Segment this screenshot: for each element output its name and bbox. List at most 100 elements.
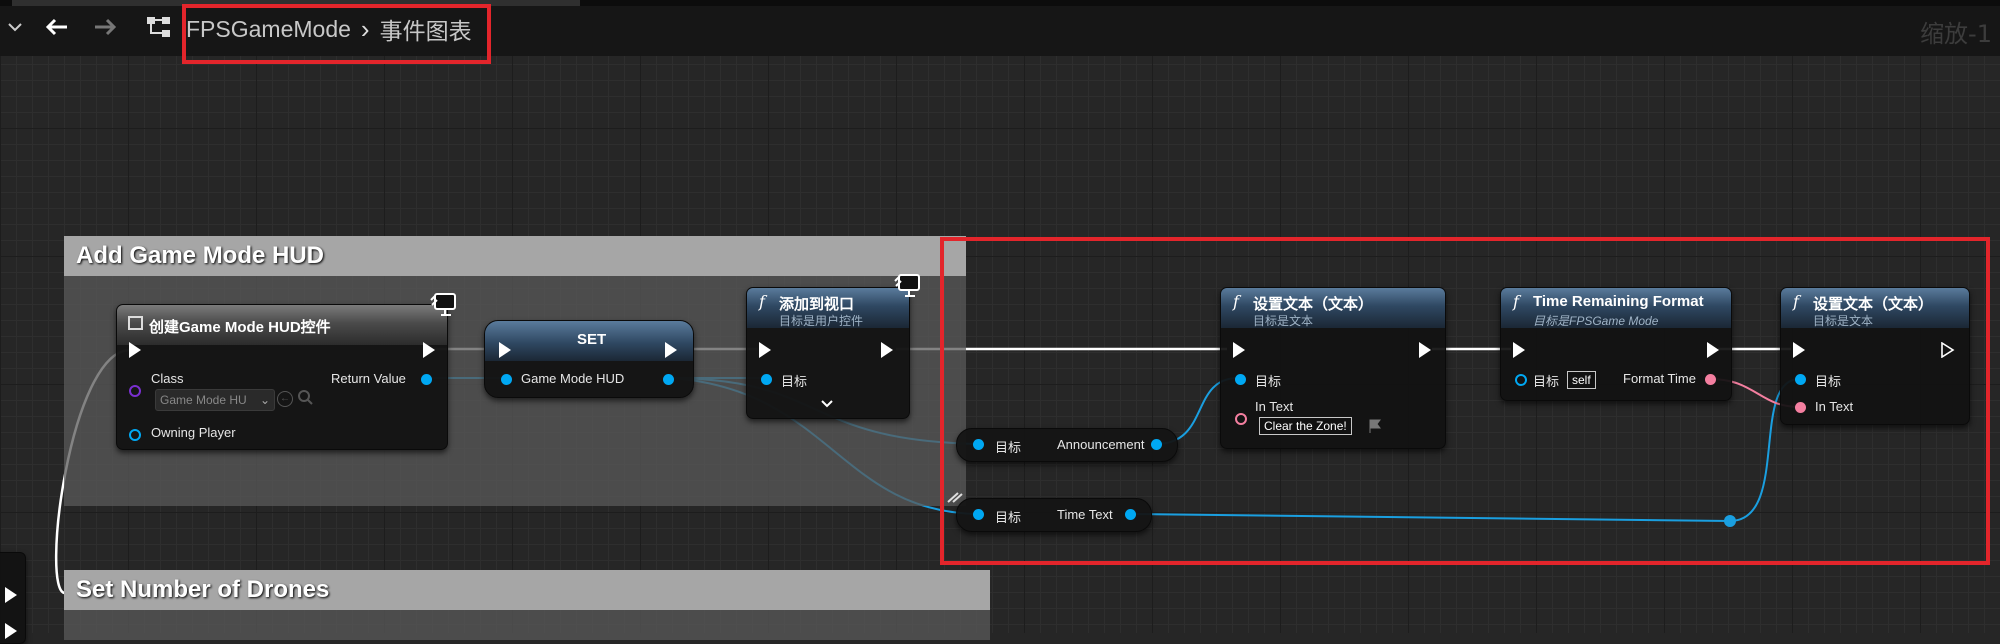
class-value: Game Mode HU xyxy=(160,393,247,407)
in-text-pin[interactable] xyxy=(1235,413,1247,425)
localization-flag-icon[interactable] xyxy=(1367,418,1383,439)
exec-out-pin[interactable] xyxy=(1707,342,1719,358)
target-label: 目标 xyxy=(1255,374,1282,389)
return-value-label: Return Value xyxy=(331,371,406,386)
owning-player-pin[interactable] xyxy=(129,429,141,441)
time-remaining-format-node[interactable]: f Time Remaining Format 目标是FPSGame Mode … xyxy=(1500,287,1732,401)
self-literal: self xyxy=(1567,371,1596,389)
browse-search-icon[interactable] xyxy=(297,389,313,410)
target-pin[interactable] xyxy=(1515,374,1527,386)
comment-header[interactable]: Set Number of Drones xyxy=(64,570,990,610)
offscreen-node[interactable] xyxy=(0,552,26,644)
zoom-level: 缩放-1 xyxy=(1920,20,1992,48)
node-subtitle: 目标是文本 xyxy=(1813,314,1874,328)
back-arrow-icon[interactable] xyxy=(44,14,70,40)
class-label: Class xyxy=(151,371,184,386)
tab-strip xyxy=(0,0,2000,6)
node-title: 设置文本（文本） xyxy=(1253,296,1374,313)
exec-in-pin[interactable] xyxy=(499,342,511,358)
get-announcement-node[interactable]: 目标 Announcement xyxy=(956,428,1178,462)
monitor-icon xyxy=(429,291,459,324)
class-select[interactable]: Game Mode HU ⌄ xyxy=(155,389,275,411)
tab-strip-active[interactable] xyxy=(12,0,580,6)
widget-icon xyxy=(128,316,143,330)
set-text-node-1[interactable]: f 设置文本（文本） 目标是文本 目标 In Text Clear the Zo… xyxy=(1220,287,1446,449)
chevron-down-icon: ⌄ xyxy=(259,393,270,407)
object-wire xyxy=(1129,513,1731,522)
exec-out-pin[interactable] xyxy=(665,342,677,358)
exec-in-pin[interactable] xyxy=(1793,342,1805,358)
node-subtitle: 目标是用户控件 xyxy=(779,314,864,328)
function-icon: f xyxy=(1233,292,1239,311)
set-variable-node[interactable]: SET Game Mode HUD xyxy=(484,320,694,398)
breadcrumb-separator-icon: › xyxy=(360,13,370,44)
in-text-label: In Text xyxy=(1815,399,1854,414)
get-time-text-node[interactable]: 目标 Time Text xyxy=(956,498,1152,532)
target-label: 目标 xyxy=(995,440,1022,455)
node-subtitle: 目标是文本 xyxy=(1253,314,1314,328)
forward-arrow-icon[interactable] xyxy=(92,14,118,40)
node-title: Time Remaining Format xyxy=(1533,293,1704,310)
target-label: 目标 xyxy=(1533,374,1560,389)
exec-out-pin[interactable] xyxy=(1419,342,1431,358)
exec-in-pin[interactable] xyxy=(1513,342,1525,358)
node-title: 创建Game Mode HUD控件 xyxy=(149,319,331,336)
comment-set-number-of-drones[interactable]: Set Number of Drones xyxy=(64,570,990,640)
format-time-pin[interactable] xyxy=(1705,374,1716,385)
hierarchy-icon[interactable] xyxy=(146,14,172,40)
resize-grip-icon[interactable] xyxy=(946,490,964,508)
in-text-label: In Text xyxy=(1255,399,1294,414)
function-icon: f xyxy=(1793,292,1799,311)
exec-out-pin[interactable] xyxy=(1941,341,1955,359)
function-icon: f xyxy=(759,292,765,311)
exec-in-pin[interactable] xyxy=(759,342,771,358)
target-label: 目标 xyxy=(995,510,1022,525)
chevron-down-icon[interactable] xyxy=(821,396,833,414)
target-pin[interactable] xyxy=(761,374,772,385)
format-time-label: Format Time xyxy=(1623,371,1696,386)
target-pin[interactable] xyxy=(973,509,984,520)
target-pin[interactable] xyxy=(1795,374,1806,385)
reroute-knot xyxy=(1724,515,1736,527)
node-title: 添加到视口 xyxy=(779,296,855,313)
in-text-literal[interactable]: Clear the Zone! xyxy=(1259,417,1352,435)
breadcrumb-root[interactable]: FPSGameMode xyxy=(186,16,351,43)
comment-title: Set Number of Drones xyxy=(76,576,330,603)
exec-out-pin[interactable] xyxy=(5,587,17,603)
comment-header[interactable]: Add Game Mode HUD xyxy=(64,236,966,276)
target-pin[interactable] xyxy=(973,439,984,450)
create-widget-node[interactable]: 创建Game Mode HUD控件 Class Game Mode HU ⌄ ← … xyxy=(116,293,456,450)
node-subtitle: 目标是FPSGame Mode xyxy=(1533,314,1659,328)
function-icon: f xyxy=(1513,292,1519,311)
set-variable-label: Game Mode HUD xyxy=(521,371,625,386)
target-pin[interactable] xyxy=(1235,374,1246,385)
set-input-pin[interactable] xyxy=(501,374,512,385)
exec-in-pin[interactable] xyxy=(1233,342,1245,358)
breadcrumb-current[interactable]: 事件图表 xyxy=(380,12,472,46)
variable-label: Time Text xyxy=(1057,507,1113,522)
chevron-down-icon[interactable] xyxy=(2,14,28,40)
target-label: 目标 xyxy=(1815,374,1842,389)
exec-out-pin[interactable] xyxy=(423,342,435,358)
variable-out-pin[interactable] xyxy=(1151,439,1162,450)
exec-out-pin[interactable] xyxy=(5,623,17,639)
use-selected-icon[interactable]: ← xyxy=(277,391,293,407)
node-title: 设置文本（文本） xyxy=(1813,296,1934,313)
in-text-pin[interactable] xyxy=(1795,402,1806,413)
return-value-pin[interactable] xyxy=(421,374,432,385)
node-title: SET xyxy=(577,331,607,348)
breadcrumb: FPSGameMode › 事件图表 xyxy=(186,12,472,46)
variable-label: Announcement xyxy=(1057,437,1145,452)
graph-toolbar: FPSGameMode › 事件图表 缩放-1 xyxy=(0,0,2000,56)
comment-title: Add Game Mode HUD xyxy=(76,242,325,269)
add-to-viewport-node[interactable]: f 添加到视口 目标是用户控件 目标 xyxy=(746,274,920,419)
set-text-node-2[interactable]: f 设置文本（文本） 目标是文本 目标 In Text xyxy=(1780,287,1970,425)
exec-in-pin[interactable] xyxy=(129,342,141,358)
monitor-icon xyxy=(893,272,923,305)
owning-player-label: Owning Player xyxy=(151,425,236,440)
class-pin[interactable] xyxy=(129,385,141,397)
variable-out-pin[interactable] xyxy=(1125,509,1136,520)
exec-out-pin[interactable] xyxy=(881,342,893,358)
set-output-pin[interactable] xyxy=(663,374,674,385)
target-label: 目标 xyxy=(781,374,808,389)
